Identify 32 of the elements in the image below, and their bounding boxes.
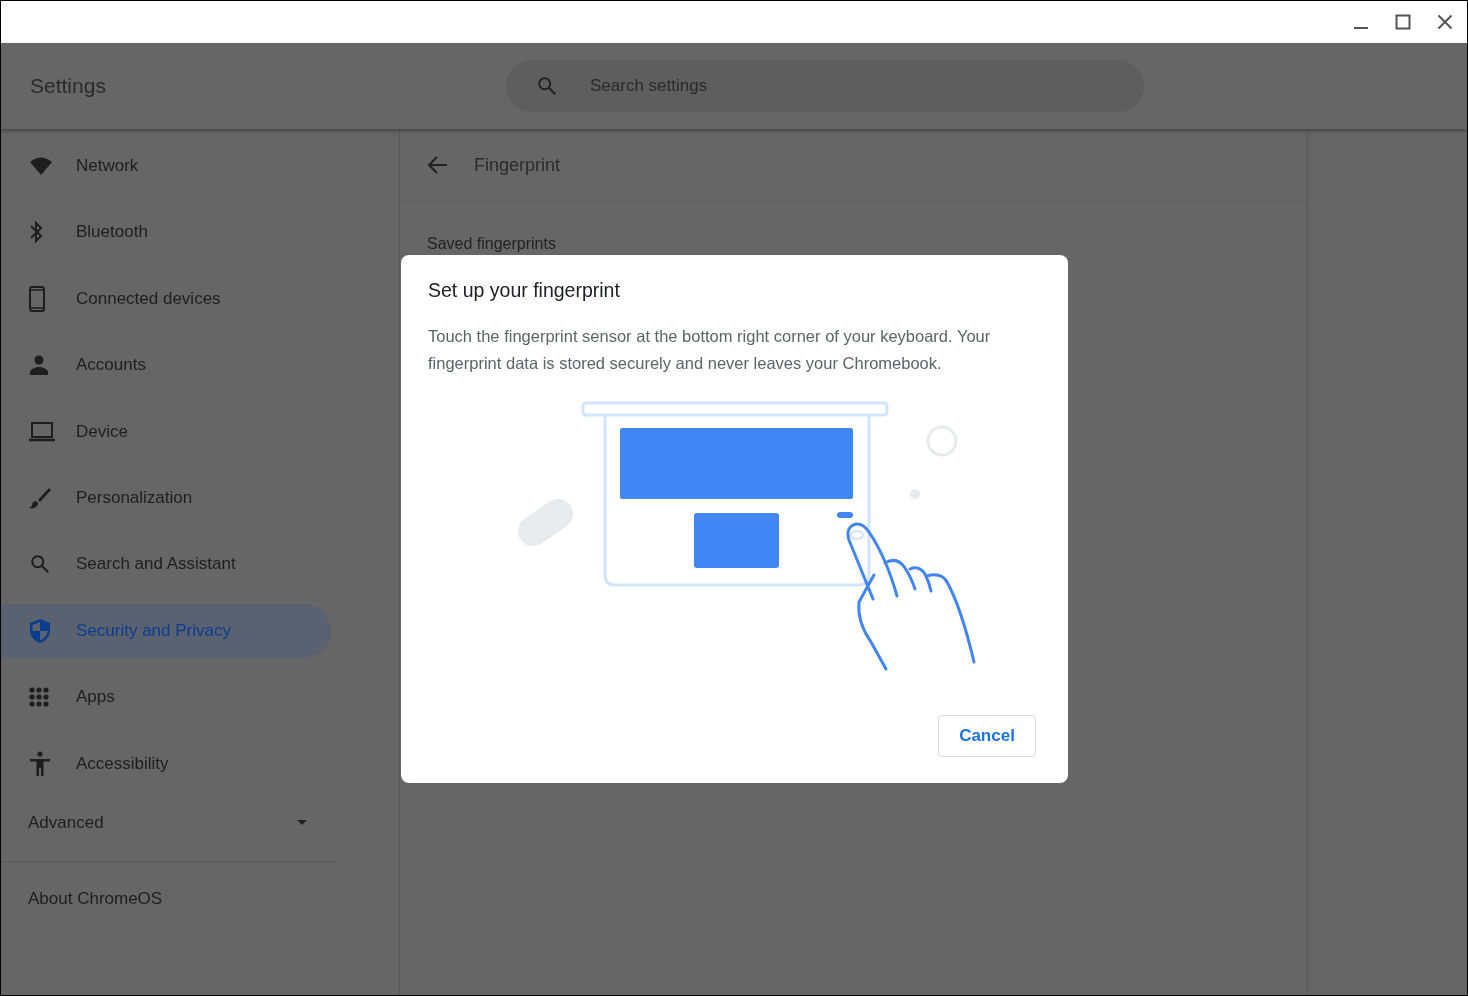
sidebar-item[interactable]: Security and Privacy [1,603,331,658]
back-arrow-icon[interactable] [428,156,448,174]
shield-icon [29,617,51,644]
sidebar-item[interactable]: Search and Assistant [1,537,331,592]
sidebar-item[interactable]: Apps [1,670,331,725]
dialog-title: Set up your fingerprint [428,279,621,302]
sidebar-item[interactable]: Connected devices [1,271,331,326]
about-link[interactable]: About ChromeOS [1,860,336,909]
person-icon [29,355,49,376]
sidebar-item[interactable]: Accounts [1,338,331,393]
maximize-icon[interactable] [1395,14,1411,30]
dropdown-caret-icon [296,819,308,827]
brush-icon [29,486,51,509]
dialog-message: Touch the fingerprint sensor at the bottom right corner of your keyboard. Your fingerprint data is stored securely and never leaves your Chromebook. [428,326,992,374]
bluetooth-icon [29,220,43,245]
section-heading: Saved fingerprints [427,235,556,252]
accessibility-icon [29,750,51,777]
cancel-button[interactable]: Cancel [938,715,1036,757]
apps-grid-icon [29,687,49,708]
close-icon[interactable] [1437,14,1453,30]
laptop-icon [29,421,55,442]
sidebar-item[interactable]: Network [1,139,331,193]
page-title: Fingerprint [474,154,561,176]
wifi-icon [29,156,53,176]
app-title: Settings [29,74,107,98]
phone-icon [29,285,45,312]
sidebar-item[interactable]: Bluetooth [1,205,331,260]
sidebar-item[interactable]: Accessibility [1,736,331,791]
sidebar-item[interactable]: Device [1,404,331,459]
sidebar-item[interactable]: Personalization [1,470,331,525]
advanced-toggle[interactable]: Advanced [28,802,308,857]
search-icon [29,553,51,576]
